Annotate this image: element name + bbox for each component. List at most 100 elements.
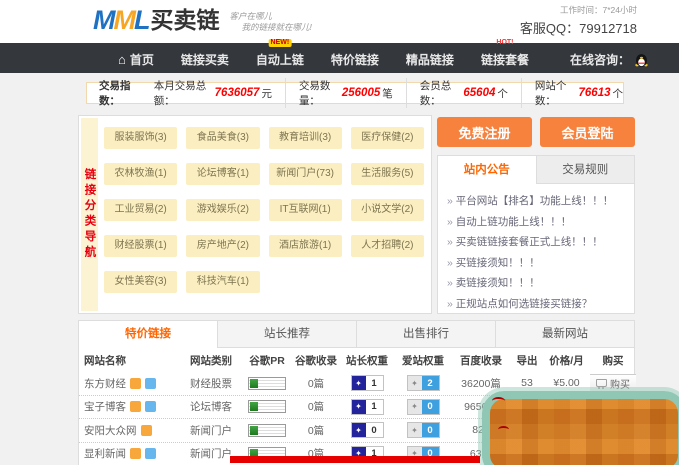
table-tab-4[interactable]: 最新网站 bbox=[495, 321, 634, 348]
logo: MML 买卖链 客户在哪儿 我的链接就在哪儿! bbox=[93, 5, 312, 35]
stat-value: 65604 bbox=[463, 87, 495, 99]
category-side-label: 链接分类导航 bbox=[81, 118, 98, 311]
nav-new-tag: NEW! bbox=[269, 39, 292, 47]
category-item[interactable]: 房产地产(2) bbox=[186, 235, 259, 257]
site-category: 论坛博客 bbox=[181, 399, 241, 414]
red-scribble-mark bbox=[498, 426, 509, 433]
register-button[interactable]: 免费注册 bbox=[437, 117, 532, 147]
buy-label: 购买 bbox=[610, 376, 630, 391]
site-name-link[interactable]: 宝子博客 bbox=[84, 399, 126, 414]
page: MML 买卖链 客户在哪儿 我的链接就在哪儿! 工作时间：7*24小时 客服QQ… bbox=[0, 0, 679, 465]
notice-tab-1[interactable]: 站内公告 bbox=[438, 156, 536, 184]
buy-cell: 购买 bbox=[590, 374, 636, 393]
category-item[interactable]: 食品美食(3) bbox=[186, 127, 259, 149]
aizhan-weight-badge: ✦0 bbox=[407, 422, 440, 438]
aizhan-weight-value: 0 bbox=[422, 400, 439, 414]
nav-hot-tag: HOT! bbox=[496, 39, 513, 47]
nav-item-auto-link[interactable]: 自动上链NEW! bbox=[256, 48, 304, 68]
table-tab-3[interactable]: 出售排行 bbox=[356, 321, 495, 348]
tagline-line2: 我的链接就在哪儿! bbox=[242, 22, 312, 33]
category-item[interactable]: 生活服务(5) bbox=[351, 163, 424, 185]
category-item[interactable]: 游戏娱乐(2) bbox=[186, 199, 259, 221]
censor-mosaic-overlay bbox=[482, 391, 679, 465]
google-pr-cell bbox=[241, 377, 293, 390]
notice-item[interactable]: 平台网站【排名】功能上线！！！ bbox=[447, 191, 625, 212]
category-item[interactable]: 科技汽车(1) bbox=[186, 271, 259, 293]
nav-item-home[interactable]: ⌂首页 bbox=[118, 48, 154, 68]
aizhan-weight-badge: ✦0 bbox=[407, 399, 440, 415]
home-icon: ⌂ bbox=[118, 55, 126, 65]
nav-item-special-links[interactable]: 特价链接 bbox=[331, 48, 379, 68]
orange-badge-icon bbox=[130, 378, 141, 389]
notice-item[interactable]: 自动上链功能上线！！！ bbox=[447, 212, 625, 233]
category-item[interactable]: IT互联网(1) bbox=[269, 199, 342, 221]
blue-badge-icon bbox=[145, 401, 156, 412]
notice-list: 平台网站【排名】功能上线！！！自动上链功能上线！！！买卖链链接套餐正式上线！！！… bbox=[438, 184, 634, 321]
nav-item-link-package[interactable]: 链接套餐HOT! bbox=[481, 48, 529, 68]
column-header: 站长权重 bbox=[339, 353, 395, 368]
stat-item: 会员总数：65604 个 bbox=[406, 78, 508, 108]
stat-label: 网站个数： bbox=[535, 78, 577, 108]
table-tab-2[interactable]: 站长推荐 bbox=[217, 321, 356, 348]
google-pr-cell bbox=[241, 400, 293, 413]
category-item[interactable]: 农林牧渔(1) bbox=[104, 163, 177, 185]
category-item[interactable]: 财经股票(1) bbox=[104, 235, 177, 257]
qq-penguin-icon bbox=[634, 51, 649, 68]
tagline-line1: 客户在哪儿 bbox=[230, 11, 312, 22]
column-header: 价格/月 bbox=[543, 353, 590, 368]
category-item[interactable]: 小说文学(2) bbox=[351, 199, 424, 221]
stat-label: 交易数量： bbox=[299, 78, 340, 108]
stats-title: 交易指数： bbox=[99, 78, 146, 108]
stat-unit: 个 bbox=[497, 86, 508, 101]
site-category: 财经股票 bbox=[181, 376, 241, 391]
chinaz-icon: ✦ bbox=[352, 423, 366, 437]
category-item[interactable]: 论坛博客(1) bbox=[186, 163, 259, 185]
nav-item-premium-links[interactable]: 精品链接 bbox=[406, 48, 454, 68]
stat-item: 网站个数：76613 个 bbox=[521, 78, 623, 108]
blue-badge-icon bbox=[145, 378, 156, 389]
category-item[interactable]: 人才招聘(2) bbox=[351, 235, 424, 257]
main-nav: ⌂首页 链接买卖 自动上链NEW! 特价链接 精品链接 链接套餐HOT! 在线咨询： bbox=[0, 43, 679, 73]
site-name-link[interactable]: 安阳大众网 bbox=[84, 423, 137, 438]
category-item[interactable]: 医疗保健(2) bbox=[351, 127, 424, 149]
chinaz-weight-cell: ✦1 bbox=[339, 399, 395, 415]
notice-item[interactable]: 正规站点如何选链接买链接？ bbox=[447, 294, 625, 315]
site-name-link[interactable]: 东方财经 bbox=[84, 376, 126, 391]
chinaz-weight-cell: ✦0 bbox=[339, 422, 395, 438]
category-item[interactable]: 酒店旅游(1) bbox=[269, 235, 342, 257]
stat-label: 会员总数： bbox=[420, 78, 462, 108]
stat-unit: 元 bbox=[261, 86, 272, 101]
notice-item[interactable]: 买链接须知！！！ bbox=[447, 253, 625, 274]
notice-panel: 站内公告交易规则 平台网站【排名】功能上线！！！自动上链功能上线！！！买卖链链接… bbox=[437, 155, 635, 314]
column-header: 网站名称 bbox=[79, 353, 181, 368]
notice-item[interactable]: 卖链接须知！！！ bbox=[447, 273, 625, 294]
red-underline-annotation bbox=[230, 456, 480, 463]
category-item[interactable]: 服装服饰(3) bbox=[104, 127, 177, 149]
aizhan-icon: ✦ bbox=[408, 400, 422, 414]
buy-button[interactable]: 购买 bbox=[590, 374, 636, 393]
nav-item-link-trade[interactable]: 链接买卖 bbox=[181, 48, 229, 68]
category-item[interactable]: 女性美容(3) bbox=[104, 271, 177, 293]
category-item[interactable]: 工业贸易(2) bbox=[104, 199, 177, 221]
notice-item[interactable]: 买卖链链接套餐正式上线！！！ bbox=[447, 232, 625, 253]
notice-tab-2[interactable]: 交易规则 bbox=[536, 156, 635, 184]
google-pr-bar bbox=[248, 377, 286, 390]
stat-unit: 个 bbox=[613, 86, 624, 101]
site-name-link[interactable]: 显利新闻 bbox=[84, 446, 126, 461]
chinaz-icon: ✦ bbox=[352, 376, 366, 390]
table-tab-1[interactable]: 特价链接 bbox=[79, 321, 217, 348]
google-pr-bar bbox=[248, 400, 286, 413]
logo-mml-mark: MML bbox=[93, 5, 149, 35]
google-pr-cell bbox=[241, 424, 293, 437]
logo-tagline: 客户在哪儿 我的链接就在哪儿! bbox=[230, 11, 312, 35]
notice-tabs: 站内公告交易规则 bbox=[438, 156, 634, 184]
category-item[interactable]: 教育培训(3) bbox=[269, 127, 342, 149]
category-item[interactable]: 新闻门户(73) bbox=[269, 163, 342, 185]
login-button[interactable]: 会员登陆 bbox=[540, 117, 635, 147]
column-header: 购买 bbox=[590, 353, 636, 368]
google-included: 0篇 bbox=[293, 376, 339, 391]
nav-item-online-consult[interactable]: 在线咨询： bbox=[570, 48, 649, 68]
google-included: 0篇 bbox=[293, 399, 339, 414]
stats-bar: 交易指数： 本月交易总额：7636057 元交易数量：256005 笔会员总数：… bbox=[86, 82, 624, 104]
top-header: MML 买卖链 客户在哪儿 我的链接就在哪儿! 工作时间：7*24小时 客服QQ… bbox=[0, 0, 679, 43]
